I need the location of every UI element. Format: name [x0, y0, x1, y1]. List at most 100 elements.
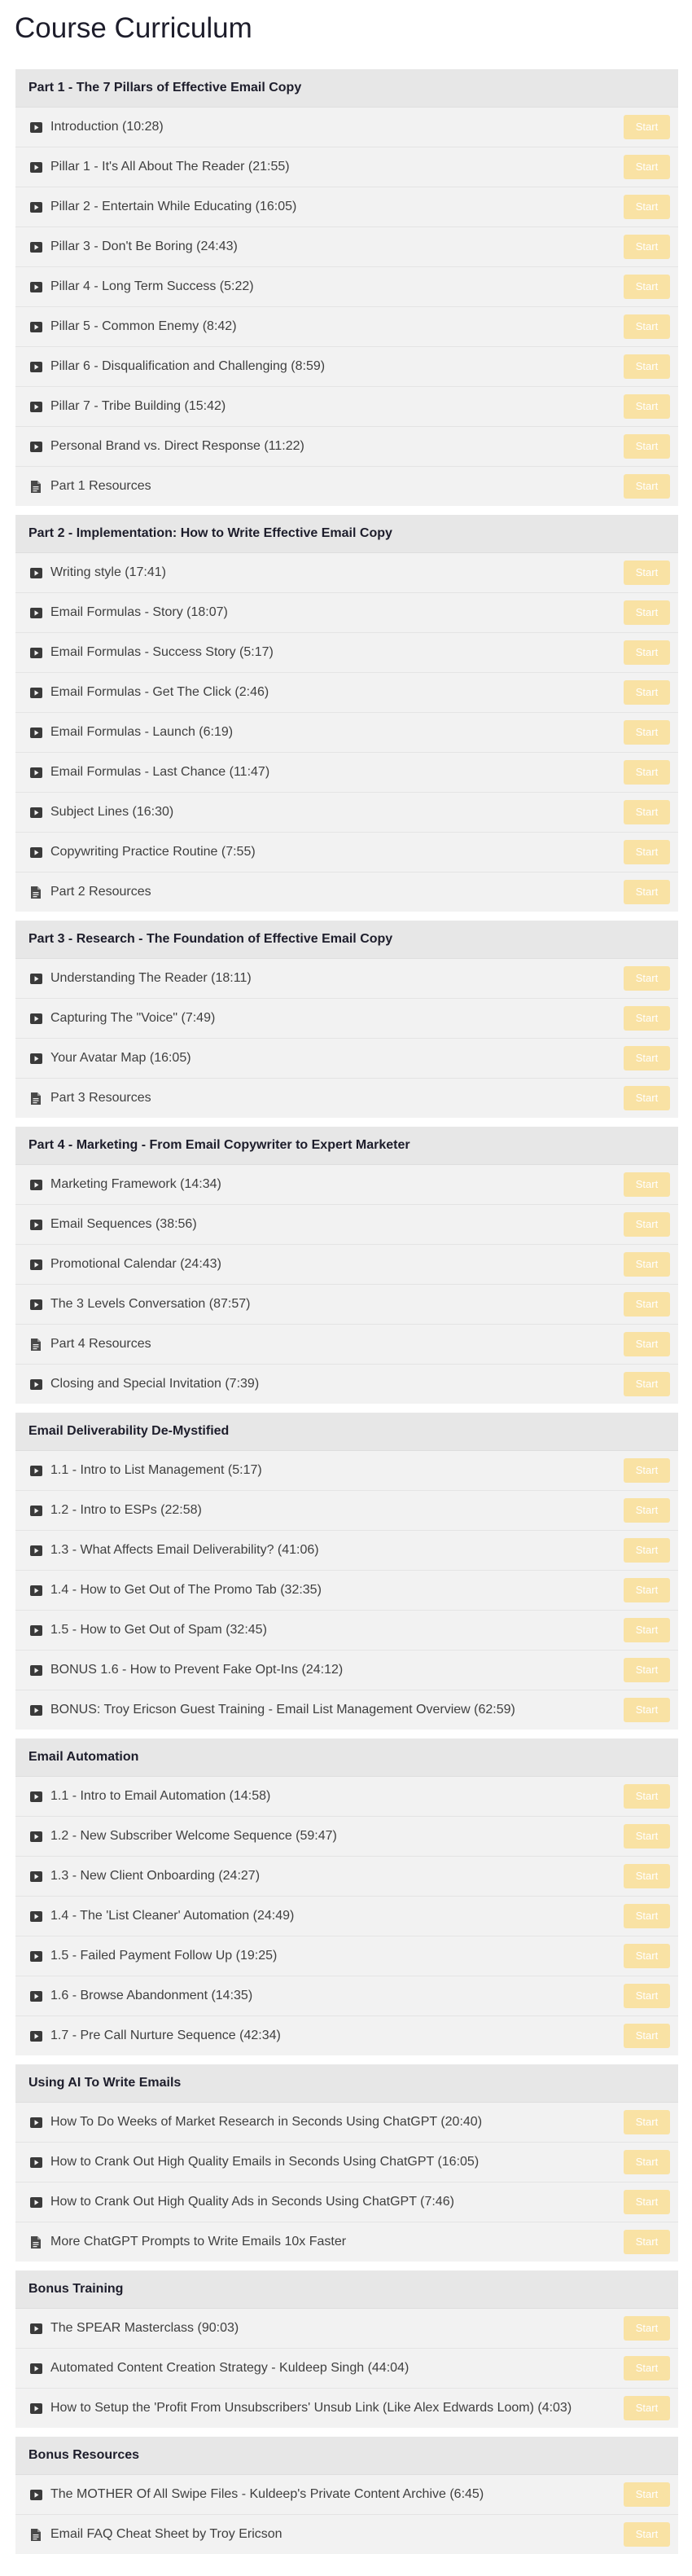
lecture-item[interactable]: Part 4 Resources Start — [15, 1325, 678, 1365]
start-button[interactable]: Start — [624, 1578, 670, 1602]
lecture-item[interactable]: Your Avatar Map (16:05) Start — [15, 1039, 678, 1079]
lecture-item[interactable]: Email Sequences (38:56) Start — [15, 1205, 678, 1245]
start-button[interactable]: Start — [624, 1252, 670, 1277]
lecture-title[interactable]: 1.1 - Intro to Email Automation (14:58) — [50, 1789, 624, 1804]
lecture-title[interactable]: 1.5 - How to Get Out of Spam (32:45) — [50, 1623, 624, 1637]
start-button[interactable]: Start — [624, 1172, 670, 1197]
lecture-item[interactable]: Email Formulas - Story (18:07) Start — [15, 593, 678, 633]
lecture-item[interactable]: 1.4 - The 'List Cleaner' Automation (24:… — [15, 1897, 678, 1936]
start-button[interactable]: Start — [624, 434, 670, 459]
start-button[interactable]: Start — [624, 880, 670, 904]
start-button[interactable]: Start — [624, 2110, 670, 2134]
lecture-title[interactable]: Pillar 6 - Disqualification and Challeng… — [50, 359, 624, 374]
start-button[interactable]: Start — [624, 2522, 670, 2547]
start-button[interactable]: Start — [624, 560, 670, 585]
start-button[interactable]: Start — [624, 1332, 670, 1356]
lecture-title[interactable]: Email Sequences (38:56) — [50, 1217, 624, 1232]
lecture-item[interactable]: Copywriting Practice Routine (7:55) Start — [15, 833, 678, 873]
lecture-item[interactable]: Understanding The Reader (18:11) Start — [15, 959, 678, 999]
lecture-item[interactable]: Promotional Calendar (24:43) Start — [15, 1245, 678, 1285]
lecture-item[interactable]: Writing style (17:41) Start — [15, 553, 678, 593]
lecture-title[interactable]: How to Crank Out High Quality Emails in … — [50, 2155, 624, 2169]
lecture-item[interactable]: Marketing Framework (14:34) Start — [15, 1165, 678, 1205]
lecture-item[interactable]: 1.3 - What Affects Email Deliverability?… — [15, 1531, 678, 1571]
start-button[interactable]: Start — [624, 1006, 670, 1031]
start-button[interactable]: Start — [624, 1292, 670, 1317]
lecture-title[interactable]: How To Do Weeks of Market Research in Se… — [50, 2115, 624, 2130]
lecture-item[interactable]: Email Formulas - Success Story (5:17) Sta… — [15, 633, 678, 673]
lecture-title[interactable]: 1.7 - Pre Call Nurture Sequence (42:34) — [50, 2029, 624, 2043]
start-button[interactable]: Start — [624, 840, 670, 864]
lecture-item[interactable]: Capturing The "Voice" (7:49) Start — [15, 999, 678, 1039]
lecture-title[interactable]: Subject Lines (16:30) — [50, 805, 624, 820]
lecture-item[interactable]: The MOTHER Of All Swipe Files - Kuldeep'… — [15, 2475, 678, 2515]
start-button[interactable]: Start — [624, 155, 670, 179]
lecture-item[interactable]: Part 2 Resources Start — [15, 873, 678, 912]
lecture-title[interactable]: 1.4 - The 'List Cleaner' Automation (24:… — [50, 1909, 624, 1923]
lecture-title[interactable]: Pillar 5 - Common Enemy (8:42) — [50, 319, 624, 334]
start-button[interactable]: Start — [624, 1458, 670, 1483]
lecture-item[interactable]: Email Formulas - Get The Click (2:46) Sta… — [15, 673, 678, 713]
lecture-title[interactable]: Part 3 Resources — [50, 1091, 624, 1106]
start-button[interactable]: Start — [624, 2356, 670, 2380]
start-button[interactable]: Start — [624, 1086, 670, 1110]
lecture-item[interactable]: How to Crank Out High Quality Ads in Sec… — [15, 2183, 678, 2222]
lecture-title[interactable]: Copywriting Practice Routine (7:55) — [50, 845, 624, 859]
start-button[interactable]: Start — [624, 1824, 670, 1848]
lecture-item[interactable]: Email FAQ Cheat Sheet by Troy Ericson Sta… — [15, 2515, 678, 2554]
lecture-item[interactable]: Pillar 1 - It's All About The Reader (21… — [15, 147, 678, 187]
lecture-title[interactable]: Email Formulas - Story (18:07) — [50, 605, 624, 620]
lecture-title[interactable]: Part 4 Resources — [50, 1337, 624, 1352]
start-button[interactable]: Start — [624, 2396, 670, 2420]
lecture-item[interactable]: How To Do Weeks of Market Research in Se… — [15, 2103, 678, 2143]
lecture-title[interactable]: 1.1 - Intro to List Management (5:17) — [50, 1463, 624, 1478]
start-button[interactable]: Start — [624, 760, 670, 785]
lecture-item[interactable]: Email Formulas - Launch (6:19) Start — [15, 713, 678, 753]
start-button[interactable]: Start — [624, 1046, 670, 1070]
lecture-title[interactable]: Email Formulas - Success Story (5:17) — [50, 645, 624, 660]
lecture-title[interactable]: The MOTHER Of All Swipe Files - Kuldeep'… — [50, 2487, 624, 2502]
lecture-item[interactable]: 1.7 - Pre Call Nurture Sequence (42:34) S… — [15, 2016, 678, 2055]
lecture-title[interactable]: BONUS 1.6 - How to Prevent Fake Opt-Ins … — [50, 1663, 624, 1677]
lecture-item[interactable]: 1.3 - New Client Onboarding (24:27) Start — [15, 1857, 678, 1897]
start-button[interactable]: Start — [624, 1784, 670, 1809]
lecture-title[interactable]: Capturing The "Voice" (7:49) — [50, 1011, 624, 1026]
lecture-title[interactable]: Pillar 4 - Long Term Success (5:22) — [50, 279, 624, 294]
start-button[interactable]: Start — [624, 235, 670, 259]
start-button[interactable]: Start — [624, 1904, 670, 1928]
lecture-title[interactable]: Part 1 Resources — [50, 479, 624, 494]
lecture-item[interactable]: BONUS 1.6 - How to Prevent Fake Opt-Ins … — [15, 1651, 678, 1690]
lecture-item[interactable]: Automated Content Creation Strategy - Ku… — [15, 2349, 678, 2389]
lecture-item[interactable]: 1.5 - How to Get Out of Spam (32:45) Star… — [15, 1611, 678, 1651]
lecture-item[interactable]: Subject Lines (16:30) Start — [15, 793, 678, 833]
start-button[interactable]: Start — [624, 720, 670, 745]
lecture-title[interactable]: Email FAQ Cheat Sheet by Troy Ericson — [50, 2527, 624, 2542]
lecture-item[interactable]: BONUS: Troy Ericson Guest Training - Ema… — [15, 1690, 678, 1730]
start-button[interactable]: Start — [624, 680, 670, 705]
start-button[interactable]: Start — [624, 1212, 670, 1237]
lecture-title[interactable]: Pillar 3 - Don't Be Boring (24:43) — [50, 240, 624, 254]
lecture-title[interactable]: Personal Brand vs. Direct Response (11:2… — [50, 439, 624, 454]
lecture-item[interactable]: How to Setup the 'Profit From Unsubscrib… — [15, 2389, 678, 2428]
lecture-title[interactable]: More ChatGPT Prompts to Write Emails 10x… — [50, 2235, 624, 2249]
start-button[interactable]: Start — [624, 115, 670, 139]
start-button[interactable]: Start — [624, 2482, 670, 2507]
lecture-item[interactable]: Part 1 Resources Start — [15, 467, 678, 506]
lecture-title[interactable]: 1.4 - How to Get Out of The Promo Tab (3… — [50, 1583, 624, 1598]
start-button[interactable]: Start — [624, 2024, 670, 2048]
lecture-title[interactable]: The 3 Levels Conversation (87:57) — [50, 1297, 624, 1312]
lecture-title[interactable]: Email Formulas - Get The Click (2:46) — [50, 685, 624, 700]
start-button[interactable]: Start — [624, 2190, 670, 2214]
lecture-item[interactable]: The 3 Levels Conversation (87:57) Start — [15, 1285, 678, 1325]
lecture-title[interactable]: How to Setup the 'Profit From Unsubscrib… — [50, 2401, 624, 2416]
start-button[interactable]: Start — [624, 1984, 670, 2008]
start-button[interactable]: Start — [624, 1372, 670, 1396]
lecture-item[interactable]: 1.2 - Intro to ESPs (22:58) Start — [15, 1491, 678, 1531]
lecture-title[interactable]: Email Formulas - Launch (6:19) — [50, 725, 624, 740]
start-button[interactable]: Start — [624, 2150, 670, 2174]
lecture-item[interactable]: 1.5 - Failed Payment Follow Up (19:25) St… — [15, 1936, 678, 1976]
start-button[interactable]: Start — [624, 474, 670, 499]
start-button[interactable]: Start — [624, 1698, 670, 1722]
start-button[interactable]: Start — [624, 1618, 670, 1642]
lecture-title[interactable]: How to Crank Out High Quality Ads in Sec… — [50, 2195, 624, 2209]
